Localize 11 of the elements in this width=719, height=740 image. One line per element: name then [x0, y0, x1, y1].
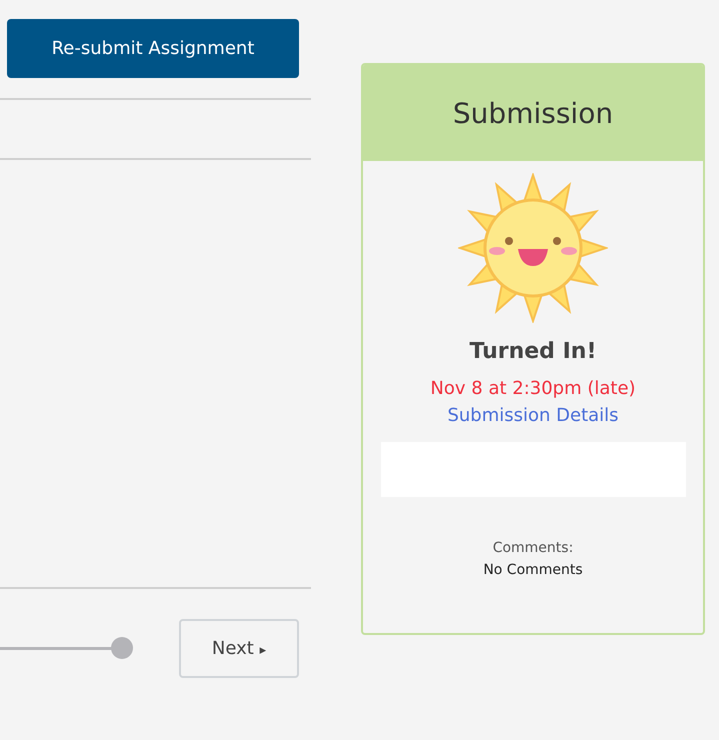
- smiling-sun-icon: [458, 173, 608, 323]
- next-button[interactable]: Next ▸: [179, 619, 299, 678]
- slider-thumb[interactable]: [111, 637, 133, 659]
- submission-date: Nov 8 at 2:30pm (late): [430, 378, 636, 399]
- comments-label: Comments:: [492, 540, 574, 556]
- resubmit-button[interactable]: Re-submit Assignment: [7, 19, 299, 78]
- slider[interactable]: [0, 638, 133, 660]
- comments-text: No Comments: [483, 562, 583, 578]
- status-text: Turned In!: [470, 339, 596, 364]
- card-title: Submission: [452, 96, 614, 130]
- submission-details-link[interactable]: Submission Details: [447, 405, 619, 426]
